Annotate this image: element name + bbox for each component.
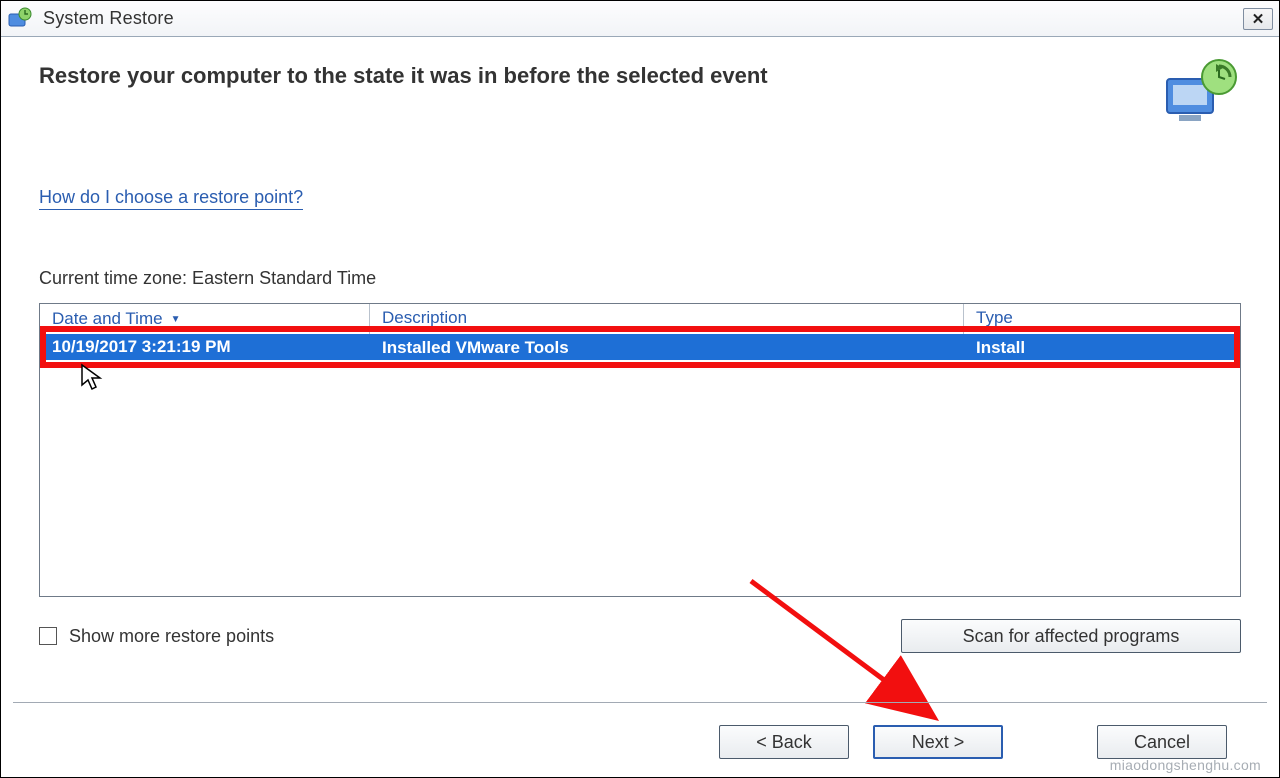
watermark-text: miaodongshenghu.com — [1110, 757, 1261, 773]
window-title: System Restore — [43, 8, 1243, 29]
table-header: Date and Time ▼ Description Type — [40, 304, 1240, 334]
show-more-label: Show more restore points — [69, 626, 274, 647]
column-header-description[interactable]: Description — [370, 304, 964, 334]
cell-date: 10/19/2017 3:21:19 PM — [40, 334, 370, 360]
cell-type: Install — [964, 334, 1240, 360]
table-row[interactable]: 10/19/2017 3:21:19 PM Installed VMware T… — [40, 334, 1240, 360]
cell-description: Installed VMware Tools — [370, 334, 964, 360]
column-header-date-label: Date and Time — [52, 309, 163, 329]
window: System Restore ✕ Restore your computer t… — [0, 0, 1280, 778]
column-header-date[interactable]: Date and Time ▼ — [40, 304, 370, 334]
sort-indicator-icon: ▼ — [171, 314, 181, 325]
close-icon: ✕ — [1252, 10, 1265, 28]
checkbox-icon — [39, 627, 57, 645]
column-header-type[interactable]: Type — [964, 304, 1240, 334]
help-link[interactable]: How do I choose a restore point? — [39, 187, 303, 210]
restore-graphic-icon — [1163, 57, 1241, 127]
footer-divider — [13, 702, 1267, 703]
system-restore-icon — [7, 6, 33, 32]
restore-points-table: Date and Time ▼ Description Type 10/19/2… — [39, 303, 1241, 597]
show-more-checkbox[interactable]: Show more restore points — [39, 626, 274, 647]
content-area: Restore your computer to the state it wa… — [1, 37, 1279, 653]
cancel-button[interactable]: Cancel — [1097, 725, 1227, 759]
titlebar: System Restore ✕ — [1, 1, 1279, 37]
close-button[interactable]: ✕ — [1243, 8, 1273, 30]
next-button[interactable]: Next > — [873, 725, 1003, 759]
timezone-label: Current time zone: Eastern Standard Time — [39, 268, 1241, 289]
back-button[interactable]: < Back — [719, 725, 849, 759]
page-heading: Restore your computer to the state it wa… — [39, 57, 768, 89]
scan-affected-programs-button[interactable]: Scan for affected programs — [901, 619, 1241, 653]
table-actions-row: Show more restore points Scan for affect… — [39, 619, 1241, 653]
footer-buttons: < Back Next > Cancel — [719, 725, 1227, 759]
